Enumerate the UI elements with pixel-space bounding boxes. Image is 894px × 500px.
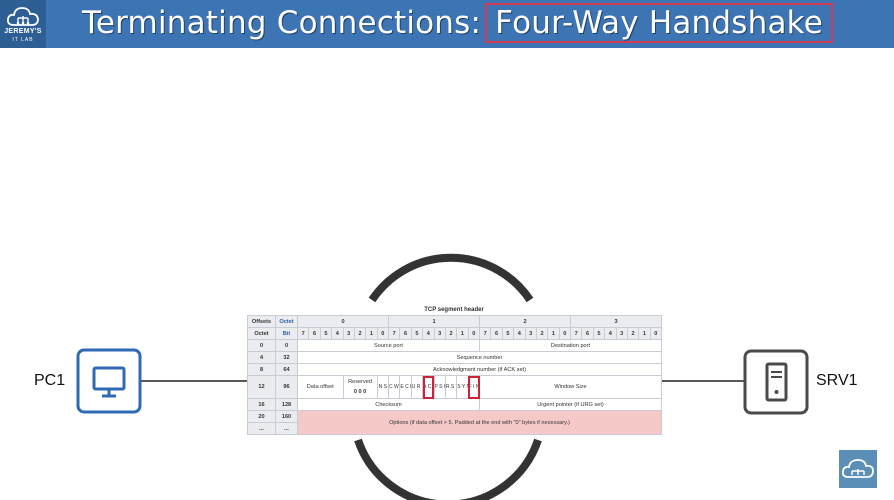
corner-logo (839, 450, 877, 488)
bit-number: 5 (592, 327, 606, 340)
bit-number: 1 (638, 327, 651, 340)
bit-number: 4 (604, 327, 617, 340)
reserved-field: Reserved 0 0 0 (342, 375, 378, 399)
flag-ece: E C E (399, 375, 412, 399)
octet-number: 1 (388, 315, 480, 328)
row-octet: 4 (247, 351, 276, 364)
bit-number: 1 (456, 327, 469, 340)
bit-number: 0 (649, 327, 663, 340)
tcp-header-table: TCP segment header Offsets Octet 0 1 2 3… (247, 305, 663, 435)
flag-syn: S Y N (456, 375, 469, 399)
sequence-number-field: Sequence number (297, 351, 662, 364)
row-bit: 0 (275, 339, 298, 352)
row-bit: 96 (275, 375, 298, 399)
row-octet: 0 (247, 339, 276, 352)
octet-number: 3 (570, 315, 662, 328)
flag-urg: U R G (410, 375, 424, 399)
bit-number: 5 (501, 327, 515, 340)
pc1-label: PC1 (34, 372, 66, 389)
options-field: Options (if data offset > 5. Padded at t… (297, 410, 662, 435)
checksum-field: Checksum (297, 398, 480, 411)
handshake-arc-bottom (354, 438, 542, 500)
bit-number: 3 (433, 327, 446, 340)
offsets-header: Offsets (247, 315, 276, 328)
bit-number: 6 (308, 327, 321, 340)
bit-number: 0 (376, 327, 390, 340)
bit-number: 2 (535, 327, 549, 340)
cloud-icon (841, 459, 874, 478)
bit-number: 2 (626, 327, 640, 340)
bit-number: 6 (581, 327, 594, 340)
bit-header: Bit (275, 327, 298, 340)
bit-number: 7 (296, 327, 310, 340)
bit-number: 6 (490, 327, 503, 340)
bit-number: 7 (569, 327, 583, 340)
ack-number-field: Acknowledgment number (if ACK set) (297, 363, 662, 376)
flag-ns: N S (376, 375, 390, 399)
row-octet: 16 (247, 398, 276, 411)
bit-number: 5 (319, 327, 333, 340)
pc1-node (76, 348, 142, 414)
row-bit: 32 (275, 351, 298, 364)
flag-cwr: C W R (387, 375, 401, 399)
row-octet: 8 (247, 363, 276, 376)
octet-number: 2 (479, 315, 571, 328)
bit-number: 6 (399, 327, 412, 340)
row-octet: 12 (247, 375, 276, 399)
flag-rst: R S T (444, 375, 458, 399)
bit-number: 4 (422, 327, 435, 340)
bit-number: 1 (547, 327, 560, 340)
urgent-pointer-field: Urgent pointer (if URG set) (479, 398, 662, 411)
octet-header: Octet (275, 315, 298, 328)
srv1-node (743, 349, 809, 415)
bit-number: 3 (342, 327, 355, 340)
bit-number: 0 (558, 327, 572, 340)
reserved-bits: 0 0 0 (353, 389, 367, 395)
source-port-field: Source port (297, 339, 480, 352)
row-bit: 160 (275, 410, 298, 423)
bit-number: 1 (365, 327, 378, 340)
bit-number: 4 (513, 327, 526, 340)
bit-number: 2 (444, 327, 458, 340)
data-offset-field: Data offset (297, 375, 344, 399)
flag-fin: F I N (467, 375, 481, 399)
octet-row-header: Octet (247, 327, 276, 340)
row-octet: ... (247, 422, 276, 435)
row-octet: 20 (247, 410, 276, 423)
bit-number: 7 (387, 327, 401, 340)
bit-number: 3 (524, 327, 537, 340)
row-bit: 128 (275, 398, 298, 411)
bit-number: 7 (478, 327, 492, 340)
handshake-arc-top (368, 253, 534, 303)
bit-number: 0 (467, 327, 481, 340)
tcp-table-caption: TCP segment header (424, 307, 484, 313)
flag-ack: A C K (422, 375, 435, 399)
bit-number: 2 (353, 327, 367, 340)
window-size-field: Window Size (479, 375, 662, 399)
bit-number: 4 (331, 327, 344, 340)
bit-number: 5 (410, 327, 424, 340)
row-bit: 64 (275, 363, 298, 376)
srv1-label: SRV1 (816, 372, 858, 389)
destination-port-field: Destination port (479, 339, 662, 352)
octet-number: 0 (297, 315, 389, 328)
row-bit: ... (275, 422, 298, 435)
reserved-label: Reserved (348, 379, 373, 385)
bit-number: 3 (615, 327, 628, 340)
flag-psh: P S H (433, 375, 446, 399)
